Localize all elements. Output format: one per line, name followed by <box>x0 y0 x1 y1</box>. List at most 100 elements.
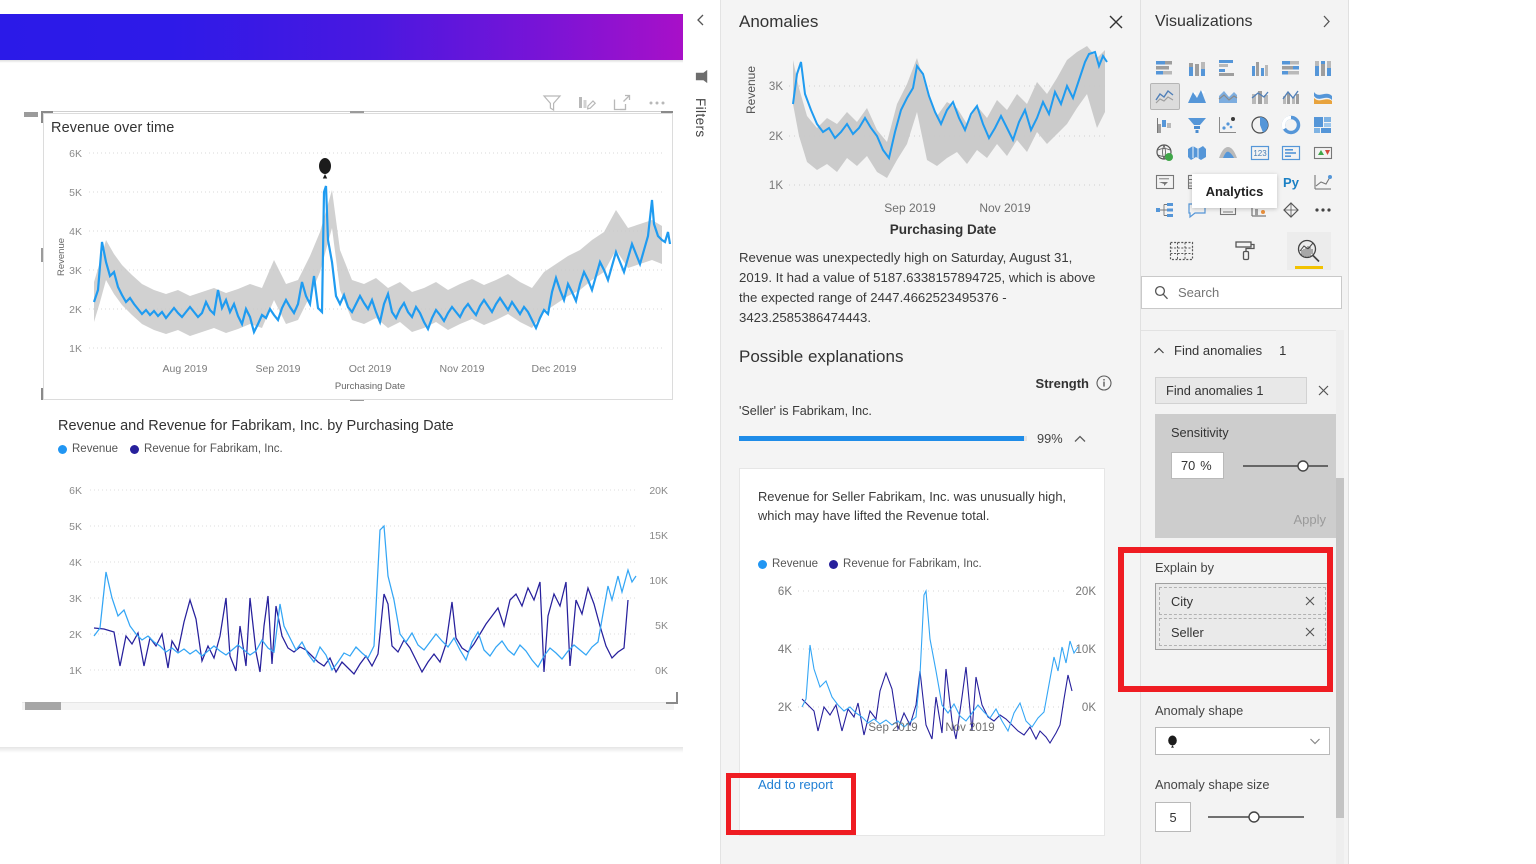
chevron-up-icon[interactable] <box>1153 345 1165 357</box>
treemap-icon[interactable] <box>1309 112 1337 137</box>
line-chart-icon[interactable] <box>1150 82 1180 110</box>
legend-item-revenue[interactable]: Revenue <box>58 443 118 455</box>
scrollbar-track[interactable] <box>22 702 674 710</box>
filled-map-icon[interactable] <box>1183 141 1211 166</box>
100-stacked-column-chart-icon[interactable] <box>1309 55 1337 80</box>
explain-by-group[interactable]: Explain by City Seller <box>1155 560 1341 650</box>
apply-button[interactable]: Apply <box>1293 512 1326 527</box>
explain-by-field-seller[interactable]: Seller <box>1159 618 1326 646</box>
sensitivity-group[interactable]: Sensitivity 70 % Apply <box>1155 414 1341 538</box>
chevron-left-icon[interactable] <box>694 13 708 27</box>
anomaly-shape-size-input[interactable]: 5 <box>1155 802 1191 832</box>
visual-header-toolbar[interactable] <box>542 93 667 113</box>
slicer-icon[interactable] <box>1151 169 1179 194</box>
funnel-chart-icon[interactable] <box>1183 112 1211 137</box>
add-to-report-link[interactable]: Add to report <box>758 777 833 792</box>
search-input[interactable] <box>1178 285 1318 300</box>
svg-text:2K: 2K <box>769 131 783 143</box>
visualizations-pane[interactable]: Visualizations 123 Py Search Find anomal… <box>1141 0 1349 864</box>
legend-item-fabrikam[interactable]: Revenue for Fabrikam, Inc. <box>130 443 283 455</box>
anomaly-shape-size-slider[interactable] <box>1206 810 1306 824</box>
kpi-icon[interactable] <box>1309 141 1337 166</box>
strength-bar-row[interactable]: 99% <box>739 431 1107 446</box>
find-anomalies-section-header[interactable]: Find anomalies 1 <box>1141 330 1342 370</box>
anomaly-shape-dropdown[interactable] <box>1155 727 1330 755</box>
visualizations-search-box[interactable] <box>1141 276 1342 309</box>
explanation-card[interactable]: Revenue for Seller Fabrikam, Inc. was un… <box>739 468 1105 836</box>
line-and-stacked-column-chart-icon[interactable] <box>1246 84 1274 109</box>
svg-text:6K: 6K <box>69 148 82 160</box>
visualizations-scrollbar-thumb[interactable] <box>1336 478 1344 818</box>
clustered-bar-chart-icon[interactable] <box>1214 55 1242 80</box>
explain-by-dropzone[interactable]: City Seller <box>1155 583 1330 650</box>
sensitivity-slider[interactable] <box>1241 459 1330 473</box>
find-anomalies-instance[interactable]: Find anomalies 1 <box>1155 377 1341 404</box>
filter-rail-icon[interactable] <box>694 68 711 85</box>
card-revenue-line <box>801 588 1079 733</box>
key-influencers-icon[interactable] <box>1309 169 1337 194</box>
chevron-up-icon[interactable] <box>1073 432 1087 446</box>
remove-field-city-icon[interactable] <box>1304 595 1316 607</box>
py-script-visual-icon[interactable]: Py <box>1277 169 1305 194</box>
chart2-plot[interactable]: 6K 5K 4K 3K 2K 1K 20K 15K 10K 5K 0K <box>20 476 675 701</box>
explanation-card-chart[interactable]: 6K 4K 2K 20K 10K 0K Sep 2019 Nov 2019 <box>746 579 1100 764</box>
anomaly-shape-group[interactable]: Anomaly shape <box>1155 703 1341 755</box>
revenue-over-time-visual[interactable]: Revenue over time 6K 5K 4K 3K 2K 1K Reve… <box>43 113 673 400</box>
revenue-fabrikam-visual[interactable]: Revenue and Revenue for Fabrikam, Inc. b… <box>20 418 675 706</box>
anomaly-marker-icon[interactable] <box>319 158 331 179</box>
stacked-column-chart-icon[interactable] <box>1183 55 1211 80</box>
chevron-down-icon[interactable] <box>1309 735 1321 747</box>
remove-field-seller-icon[interactable] <box>1304 626 1316 638</box>
more-options-icon[interactable] <box>647 93 667 113</box>
100-stacked-bar-chart-icon[interactable] <box>1277 55 1305 80</box>
explain-by-field-city[interactable]: City <box>1159 587 1326 615</box>
ribbon-chart-icon[interactable] <box>1309 84 1337 109</box>
chart2-legend[interactable]: Revenue Revenue for Fabrikam, Inc. <box>20 443 675 455</box>
filter-icon[interactable] <box>542 93 562 113</box>
analytics-tooltip: Analytics <box>1192 174 1277 208</box>
visualizations-tab-strip[interactable] <box>1141 231 1349 270</box>
donut-chart-icon[interactable] <box>1277 112 1305 137</box>
map-icon[interactable] <box>1151 141 1179 166</box>
info-icon[interactable] <box>1096 375 1112 391</box>
decomposition-tree-icon[interactable] <box>1151 198 1179 223</box>
chevron-right-icon[interactable] <box>1319 14 1334 29</box>
scatter-chart-icon[interactable] <box>1214 112 1242 137</box>
azure-map-icon[interactable] <box>1214 141 1242 166</box>
focus-edit-icon[interactable] <box>577 93 597 113</box>
close-icon[interactable] <box>1107 13 1125 31</box>
tab-fields[interactable] <box>1159 232 1203 270</box>
waterfall-chart-icon[interactable] <box>1151 112 1179 137</box>
anomalies-mini-chart[interactable]: Revenue 3K 2K 1K Sep 2019 Nov 2019 Purcha… <box>735 32 1115 237</box>
tab-format[interactable] <box>1223 232 1267 270</box>
focus-mode-icon[interactable] <box>612 93 632 113</box>
canvas-horizontal-scrollbar[interactable] <box>22 702 674 710</box>
stacked-bar-chart-icon[interactable] <box>1151 55 1179 80</box>
tab-analytics[interactable] <box>1287 231 1331 270</box>
get-more-visuals-icon[interactable] <box>1277 198 1305 223</box>
explanation-card-legend[interactable]: Revenue Revenue for Fabrikam, Inc. <box>758 558 982 570</box>
scrollbar-thumb[interactable] <box>25 702 61 710</box>
pie-chart-icon[interactable] <box>1246 112 1274 137</box>
area-chart-icon[interactable] <box>1183 84 1211 109</box>
card-legend-item-fabrikam[interactable]: Revenue for Fabrikam, Inc. <box>829 558 982 570</box>
chart1-plot[interactable]: 6K 5K 4K 3K 2K 1K Revenue Aug 2019 Sep 2… <box>44 132 672 394</box>
card-legend-item-revenue[interactable]: Revenue <box>758 558 818 570</box>
filters-rail[interactable]: Filters <box>683 0 721 864</box>
sensitivity-input[interactable]: 70 % <box>1171 452 1224 479</box>
chart2-resize-handle[interactable] <box>666 692 678 704</box>
more-visuals-options-icon[interactable] <box>1309 198 1337 223</box>
line-and-clustered-column-chart-icon[interactable] <box>1277 84 1305 109</box>
card-icon[interactable]: 123 <box>1246 141 1274 166</box>
stacked-area-chart-icon[interactable] <box>1214 84 1242 109</box>
filters-rail-label[interactable]: Filters <box>693 98 708 138</box>
find-anomalies-name-field[interactable]: Find anomalies 1 <box>1155 377 1307 404</box>
analytics-magnifier-icon <box>1297 239 1320 262</box>
clustered-column-chart-icon[interactable] <box>1246 55 1274 80</box>
anomaly-shape-size-group[interactable]: Anomaly shape size 5 <box>1155 777 1341 832</box>
report-canvas[interactable]: Revenue over time 6K 5K 4K 3K 2K 1K Reve… <box>0 0 683 864</box>
svg-text:0K: 0K <box>1082 702 1096 714</box>
selection-handle-far-left[interactable] <box>24 112 38 117</box>
remove-anomalies-icon[interactable] <box>1317 384 1330 397</box>
multi-row-card-icon[interactable] <box>1277 141 1305 166</box>
